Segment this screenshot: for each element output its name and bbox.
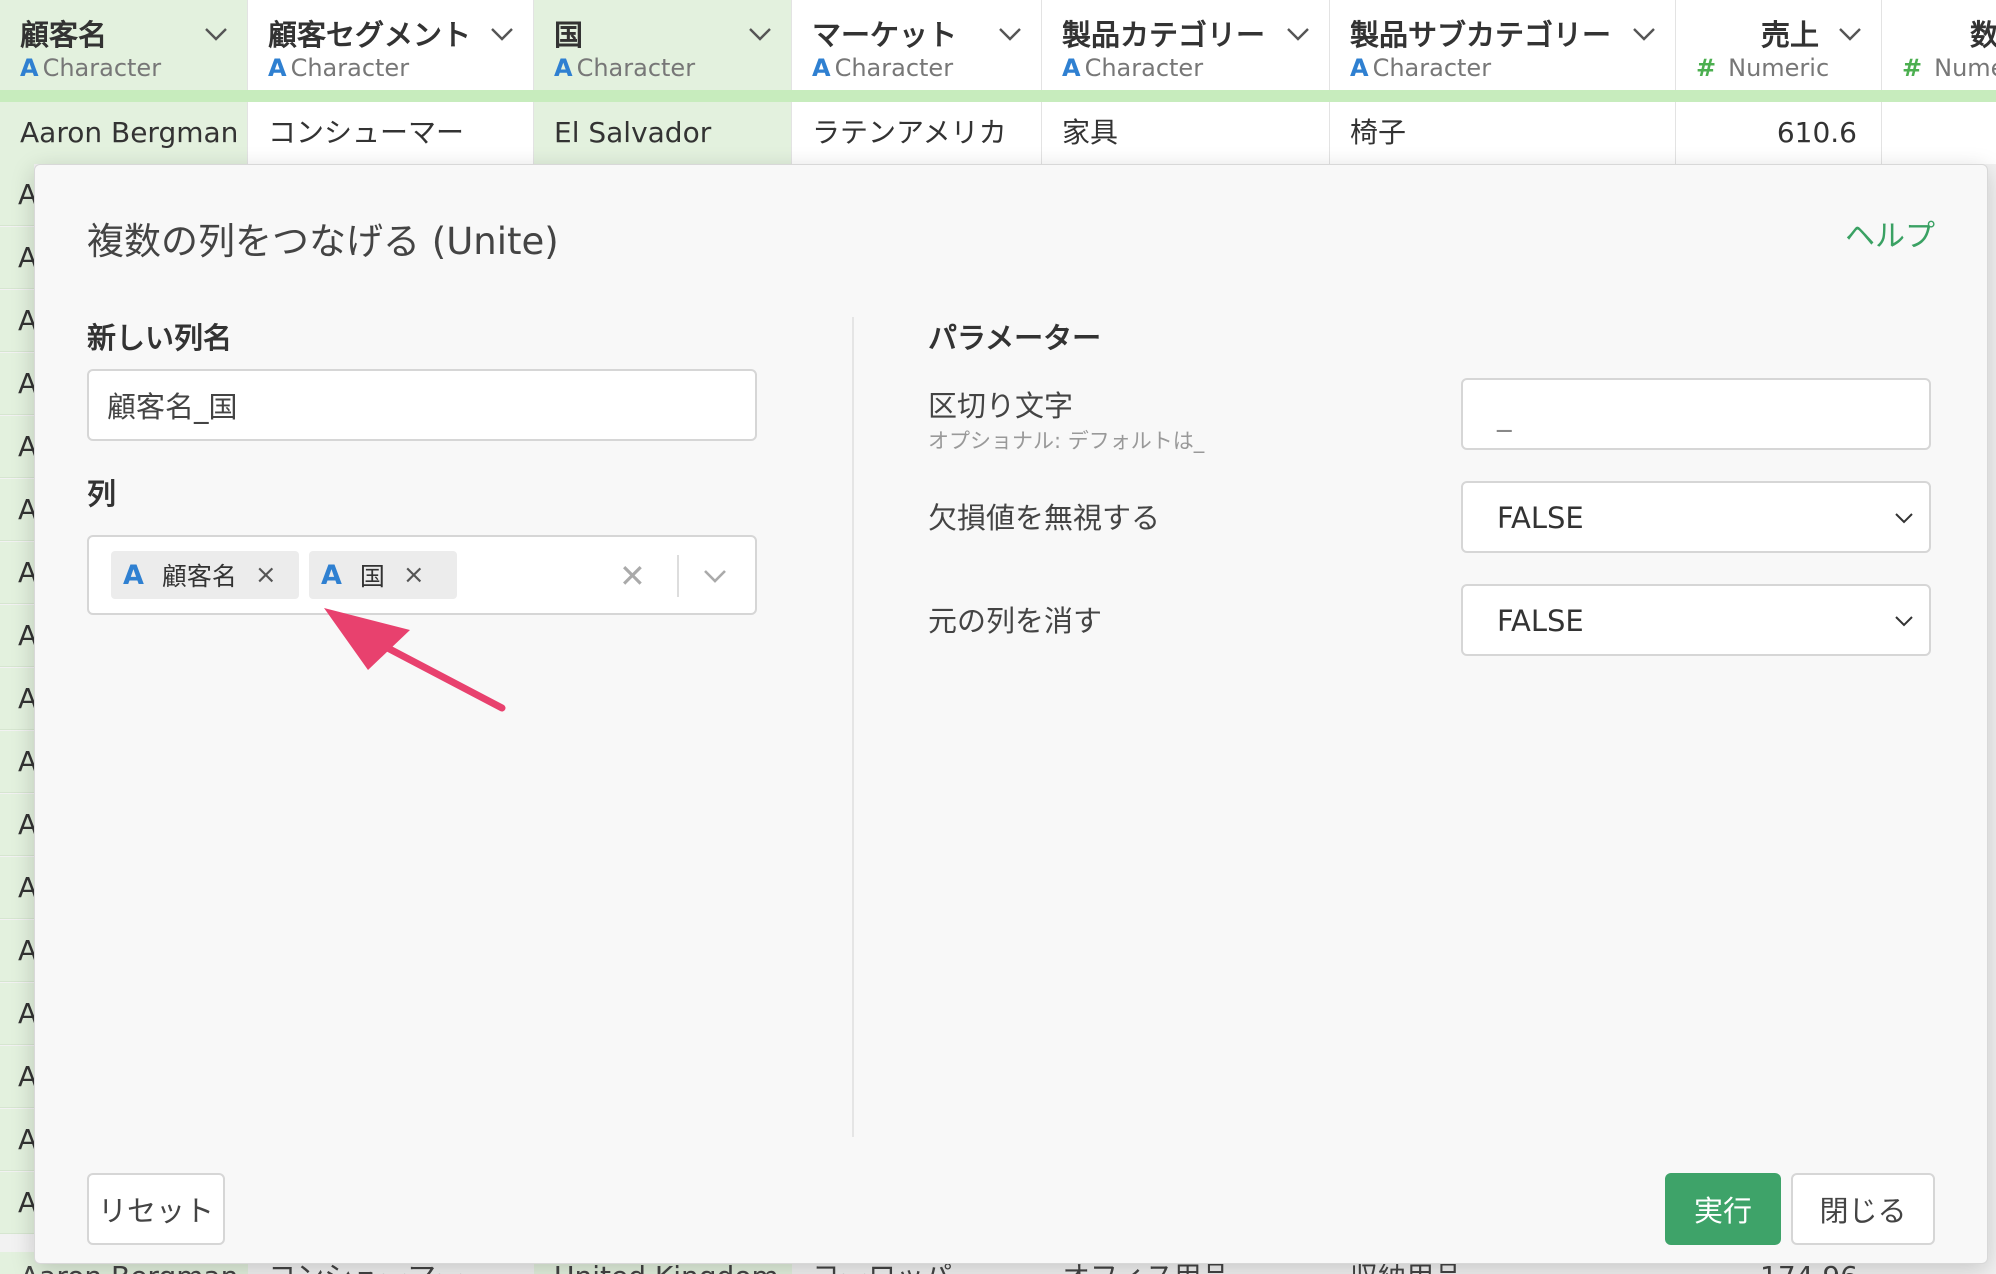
numeric-type-icon: # xyxy=(1696,54,1717,82)
column-header-country[interactable]: 国 A Character xyxy=(534,0,792,90)
column-type: A Character xyxy=(268,54,410,82)
row-stub: A xyxy=(0,668,34,730)
character-type-icon: A xyxy=(123,559,144,591)
remove-original-label: 元の列を消す xyxy=(928,604,1103,638)
clear-all-icon[interactable]: ✕ xyxy=(619,557,646,595)
chip-label: 顧客名 xyxy=(161,562,237,591)
run-button[interactable]: 実行 xyxy=(1665,1173,1781,1245)
column-name: 国 xyxy=(554,18,584,52)
column-header-customer-segment[interactable]: 顧客セグメント A Character xyxy=(248,0,534,90)
chevron-down-icon xyxy=(1895,513,1913,524)
chevron-down-icon[interactable] xyxy=(997,20,1023,46)
character-type-icon: A xyxy=(268,54,287,82)
selected-column-chip: A 国 × xyxy=(309,551,457,599)
numeric-type-icon: # xyxy=(1902,54,1923,82)
parameters-label: パラメーター xyxy=(928,321,1102,355)
new-column-name-label: 新しい列名 xyxy=(87,321,233,355)
table-cell: 610.6 xyxy=(1676,102,1882,164)
ignore-na-select[interactable]: FALSE xyxy=(1461,481,1931,553)
row-stub: A xyxy=(0,1046,34,1108)
column-name: 製品サブカテゴリー xyxy=(1350,18,1612,52)
column-name: 数 xyxy=(1970,18,1996,52)
column-type: #Nume xyxy=(1902,54,1996,82)
table-cell: ラテンアメリカ xyxy=(792,102,1042,164)
column-name: 売上 xyxy=(1760,18,1819,52)
separator-input[interactable]: _ xyxy=(1461,378,1931,450)
column-name: 顧客セグメント xyxy=(268,18,472,52)
ignore-na-label: 欠損値を無視する xyxy=(928,501,1161,535)
column-type: A Character xyxy=(812,54,954,82)
column-divider xyxy=(852,317,854,1137)
separator-hint: オプショナル: デフォルトは_ xyxy=(928,429,1205,453)
divider xyxy=(677,555,679,597)
remove-original-select[interactable]: FALSE xyxy=(1461,584,1931,656)
column-header-market[interactable]: マーケット A Character xyxy=(792,0,1042,90)
dialog-title: 複数の列をつなげる (Unite) xyxy=(87,220,559,263)
row-stub: A xyxy=(0,1109,34,1171)
header-strip xyxy=(0,90,1996,102)
column-header-product-subcategory[interactable]: 製品サブカテゴリー A Character xyxy=(1330,0,1676,90)
row-stub: A xyxy=(0,290,34,352)
column-header-sales[interactable]: 売上 # Numeric xyxy=(1676,0,1882,90)
row-stub: A xyxy=(0,794,34,856)
selected-column-chip: A 顧客名 × xyxy=(111,551,299,599)
select-value: FALSE xyxy=(1497,604,1584,638)
select-value: FALSE xyxy=(1497,501,1584,535)
row-stub: A xyxy=(0,920,34,982)
row-stub: A xyxy=(0,605,34,667)
row-stub: A xyxy=(0,164,34,226)
separator-placeholder: _ xyxy=(1497,398,1512,432)
column-name: 顧客名 xyxy=(20,18,108,52)
character-type-icon: A xyxy=(321,559,342,591)
row-stub: A xyxy=(0,416,34,478)
remove-chip-icon[interactable]: × xyxy=(403,560,425,590)
table-cell: コンシューマー xyxy=(248,102,534,164)
chevron-down-icon[interactable] xyxy=(747,20,773,46)
character-type-icon: A xyxy=(20,54,39,82)
chevron-down-icon[interactable] xyxy=(1837,20,1863,46)
chevron-down-icon[interactable] xyxy=(489,20,515,46)
chip-label: 国 xyxy=(359,562,385,591)
table-cell: 家具 xyxy=(1042,102,1330,164)
row-stub: A xyxy=(0,983,34,1045)
remove-chip-icon[interactable]: × xyxy=(255,560,277,590)
column-header-product-category[interactable]: 製品カテゴリー A Character xyxy=(1042,0,1330,90)
column-name: 製品カテゴリー xyxy=(1062,18,1266,52)
columns-label: 列 xyxy=(87,477,117,511)
column-header-customer-name[interactable]: 顧客名 A Character xyxy=(0,0,248,90)
chevron-down-icon[interactable] xyxy=(1285,20,1311,46)
table-cell xyxy=(1882,102,1996,164)
row-stub: A xyxy=(0,479,34,541)
new-column-name-input[interactable] xyxy=(87,369,757,441)
column-type: # Numeric xyxy=(1696,54,1830,82)
character-type-icon: A xyxy=(554,54,573,82)
row-stub: A xyxy=(0,731,34,793)
column-name: マーケット xyxy=(812,18,958,52)
row-stub: A xyxy=(0,1172,34,1234)
table-cell: Aaron Bergman xyxy=(0,102,248,164)
column-header-quantity[interactable]: 数 #Nume xyxy=(1882,0,1996,90)
row-stub: A xyxy=(0,857,34,919)
chevron-down-icon[interactable] xyxy=(1631,20,1657,46)
row-stub: A xyxy=(0,353,34,415)
row-stub: A xyxy=(0,227,34,289)
separator-label: 区切り文字 xyxy=(928,389,1074,423)
column-type: A Character xyxy=(1062,54,1204,82)
column-type: A Character xyxy=(554,54,696,82)
reset-button[interactable]: リセット xyxy=(87,1173,225,1245)
character-type-icon: A xyxy=(812,54,831,82)
chevron-down-icon xyxy=(1895,616,1913,627)
table-cell: 椅子 xyxy=(1330,102,1676,164)
annotation-arrow-icon xyxy=(324,608,506,712)
chevron-down-icon[interactable] xyxy=(203,20,229,46)
character-type-icon: A xyxy=(1062,54,1081,82)
column-type: A Character xyxy=(1350,54,1492,82)
character-type-icon: A xyxy=(1350,54,1369,82)
table-cell: El Salvador xyxy=(534,102,792,164)
close-button[interactable]: 閉じる xyxy=(1791,1173,1935,1245)
chevron-down-icon[interactable] xyxy=(701,561,729,589)
column-type: A Character xyxy=(20,54,162,82)
help-link[interactable]: ヘルプ xyxy=(1845,211,1935,255)
row-stub: A xyxy=(0,542,34,604)
